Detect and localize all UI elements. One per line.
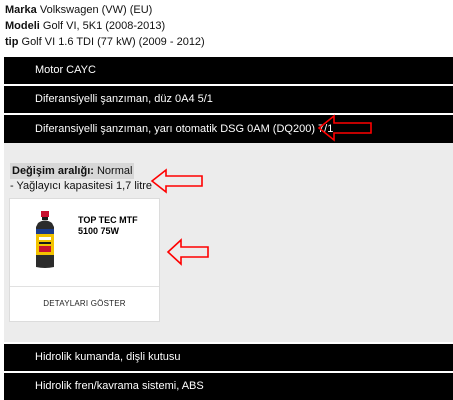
arrow-annotation-dsg-icon <box>317 114 372 142</box>
interval-value: Normal <box>93 165 133 177</box>
card-divider <box>10 286 159 287</box>
interval-label: Değişim aralığı: <box>12 165 94 177</box>
arrow-annotation-product-icon <box>166 238 209 266</box>
capacity-text: - Yağlayıcı kapasitesi 1,7 litre <box>10 180 153 192</box>
accordion-manual-gearbox[interactable]: Diferansiyelli şanzıman, düz 0A4 5/1 <box>4 86 453 113</box>
brand-value: Volkswagen (VW) (EU) <box>36 4 153 16</box>
model-value: Golf VI, 5K1 (2008-2013) <box>39 20 166 32</box>
interval-highlight: Değişim aralığı: Normal <box>10 163 135 179</box>
dsg-details-panel: Değişim aralığı: Normal - Yağlayıcı kapa… <box>4 143 453 342</box>
arrow-annotation-capacity-icon <box>150 168 203 194</box>
show-details-button[interactable]: DETAYLARI GÖSTER <box>10 299 159 308</box>
accordion-brake-clutch-abs[interactable]: Hidrolik fren/kavrama sistemi, ABS <box>4 373 453 400</box>
vehicle-model-row: Modeli Golf VI, 5K1 (2008-2013) <box>5 18 205 34</box>
accordion-hydraulic-gearbox[interactable]: Hidrolik kumanda, dişli kutusu <box>4 344 453 371</box>
brand-label: Marka <box>5 4 37 16</box>
oil-bottle-image <box>36 211 54 268</box>
accordion-motor[interactable]: Motor CAYC <box>4 57 453 84</box>
change-interval-info: Değişim aralığı: Normal - Yağlayıcı kapa… <box>10 163 152 193</box>
vehicle-info: Marka Volkswagen (VW) (EU) Modeli Golf V… <box>5 2 205 50</box>
product-card[interactable]: TOP TEC MTF 5100 75W DETAYLARI GÖSTER <box>9 198 160 322</box>
product-name[interactable]: TOP TEC MTF 5100 75W <box>78 215 158 237</box>
vehicle-brand-row: Marka Volkswagen (VW) (EU) <box>5 2 205 18</box>
vehicle-type-row: tip Golf VI 1.6 TDI (77 kW) (2009 - 2012… <box>5 34 205 50</box>
type-label: tip <box>5 36 19 48</box>
model-label: Modeli <box>5 20 40 32</box>
type-value: Golf VI 1.6 TDI (77 kW) (2009 - 2012) <box>18 36 205 48</box>
interval-row: Değişim aralığı: Normal <box>10 163 152 179</box>
accordion-dsg-gearbox[interactable]: Diferansiyelli şanzıman, yarı otomatik D… <box>4 115 453 143</box>
